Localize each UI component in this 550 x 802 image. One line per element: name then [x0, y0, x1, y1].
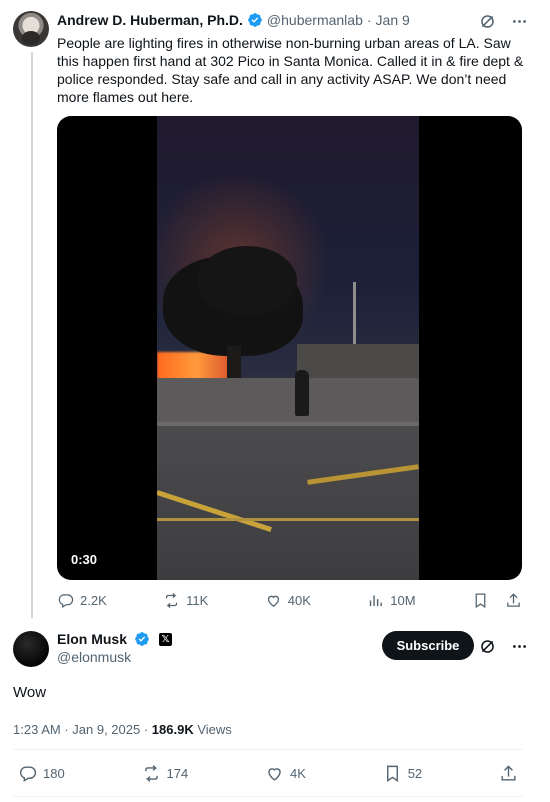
main-top-actions [478, 637, 528, 655]
reply-button[interactable]: 180 [18, 764, 65, 783]
repost-icon [166, 592, 178, 609]
like-icon [268, 768, 281, 781]
reply-icon [19, 766, 37, 782]
views-label: Views [197, 722, 232, 737]
views-icon [370, 595, 383, 607]
repost-count: 11K [186, 593, 209, 608]
separator-dot: · [60, 722, 73, 737]
repost-button[interactable]: 174 [142, 764, 189, 783]
share-icon [501, 765, 516, 781]
author-name[interactable]: Elon Musk [57, 631, 127, 647]
repost-button[interactable]: 11K [163, 592, 208, 609]
divider [13, 796, 523, 797]
reply-count: 2.2K [80, 593, 107, 608]
author-handle[interactable]: @hubermanlab [267, 12, 363, 28]
reply-count: 180 [43, 766, 65, 781]
views-count: 186.9K [151, 722, 194, 737]
views-button[interactable]: 10M [367, 592, 416, 609]
main-action-bar: 180 174 4K 52 [18, 764, 518, 783]
main-tweet-header: Elon Musk 𝕏 @elonmusk [57, 631, 173, 665]
share-button[interactable] [499, 764, 518, 783]
separator-dot: · [140, 722, 152, 737]
share-button[interactable] [505, 592, 522, 609]
video-frame [157, 116, 419, 580]
video-player[interactable]: 0:30 [57, 116, 522, 580]
author-handle[interactable]: @elonmusk [57, 649, 172, 665]
tweet-time[interactable]: 1:23 AM [13, 722, 61, 737]
repost-count: 174 [166, 766, 189, 781]
reply-button[interactable]: 2.2K [57, 592, 107, 609]
divider [13, 749, 523, 750]
quoted-tweet-text: People are lighting fires in otherwise n… [57, 35, 524, 105]
verified-badge-icon[interactable] [247, 12, 263, 28]
main-tweet-text: Wow [13, 684, 47, 701]
quoted-top-actions [478, 12, 528, 30]
quoted-action-bar: 2.2K 11K 40K 10M [57, 592, 522, 609]
person-silhouette [295, 370, 309, 416]
bookmark-button[interactable]: 52 [383, 764, 422, 783]
quoted-tweet-header: Andrew D. Huberman, Ph.D. @hubermanlab ·… [57, 12, 410, 28]
grok-icon[interactable] [478, 637, 496, 655]
like-icon [267, 595, 279, 607]
more-icon[interactable] [510, 12, 528, 30]
grok-icon[interactable] [478, 12, 496, 30]
more-icon[interactable] [510, 637, 528, 655]
like-button[interactable]: 40K [265, 592, 311, 609]
verified-badge-icon[interactable] [134, 631, 150, 647]
video-duration: 0:30 [71, 552, 98, 567]
like-count: 4K [290, 766, 306, 781]
elon-avatar[interactable] [13, 631, 49, 667]
thread-line [31, 52, 33, 618]
views-count: 10M [390, 593, 416, 608]
repost-icon [144, 765, 158, 782]
x-affiliate-icon[interactable]: 𝕏 [159, 632, 173, 646]
like-count: 40K [287, 593, 311, 608]
bookmark-icon [475, 593, 486, 609]
tweet-meta: 1:23 AM · Jan 9, 2025 · 186.9K Views [13, 722, 232, 737]
tweet-date[interactable]: Jan 9, 2025 [72, 722, 140, 737]
share-icon [507, 593, 520, 607]
like-button[interactable]: 4K [265, 764, 306, 783]
bookmark-count: 52 [407, 766, 423, 781]
author-name[interactable]: Andrew D. Huberman, Ph.D. [57, 12, 243, 28]
huberman-avatar[interactable] [13, 11, 49, 47]
separator-dot: · [366, 12, 372, 28]
reply-icon [58, 594, 74, 609]
bookmark-icon [386, 765, 398, 782]
tweet-date[interactable]: Jan 9 [376, 12, 410, 28]
bookmark-button[interactable] [472, 592, 489, 609]
subscribe-button[interactable]: Subscribe [382, 631, 474, 660]
